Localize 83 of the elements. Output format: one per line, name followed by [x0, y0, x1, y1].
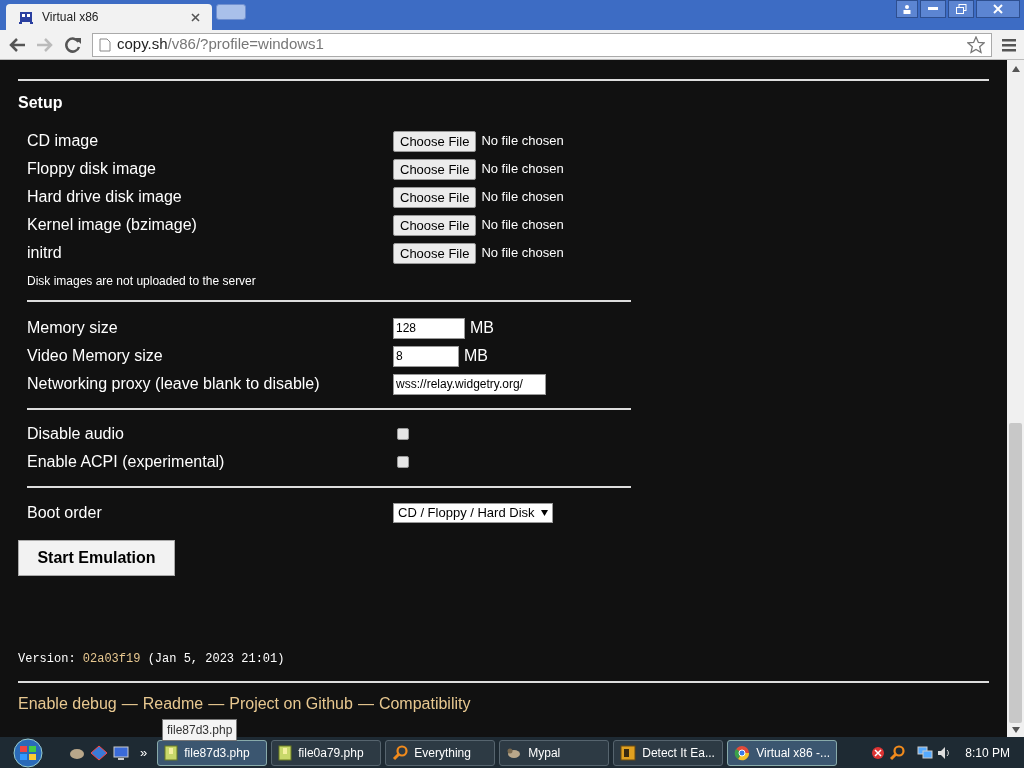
address-bar[interactable]: copy.sh/v86/?profile=windows1 — [92, 32, 992, 57]
checkbox-label: Disable audio — [27, 424, 125, 444]
file-icon — [278, 744, 293, 761]
taskbar-button[interactable]: file87d3.php — [157, 739, 268, 766]
choose-file-button[interactable]: Choose File — [393, 158, 477, 180]
file-status: No file chosen — [481, 244, 564, 263]
tab-title: Virtual x86 — [42, 9, 100, 26]
person-icon — [902, 4, 912, 14]
choose-file-button[interactable]: Choose File — [393, 214, 477, 236]
minimize-icon — [928, 7, 938, 11]
choose-file-button[interactable]: Choose File — [393, 242, 477, 264]
scroll-thumb[interactable] — [1009, 423, 1022, 723]
app-icon — [620, 744, 637, 761]
field-label: initrd — [27, 243, 63, 263]
monitor-icon[interactable] — [112, 744, 130, 761]
input-field[interactable]: 8 — [393, 345, 459, 367]
magnifier-icon — [392, 744, 409, 761]
url-text: copy.sh/v86/?profile=windows1 — [117, 34, 325, 55]
unit-label: MB — [470, 318, 494, 338]
field-label: Hard drive disk image — [27, 187, 183, 207]
file-status: No file chosen — [481, 160, 564, 179]
field-label: Networking proxy (leave blank to disable) — [27, 374, 321, 394]
restore-button[interactable] — [948, 0, 974, 18]
choose-file-button[interactable]: Choose File — [393, 130, 477, 152]
tooltip: file87d3.php — [162, 719, 238, 741]
scroll-up-icon[interactable] — [1011, 66, 1020, 72]
overflow-chevron[interactable]: » — [140, 742, 148, 763]
field-label: Boot order — [27, 503, 103, 523]
close-icon[interactable] — [191, 12, 200, 22]
footer-link[interactable]: Project on Github — [229, 692, 353, 716]
taskbar-button[interactable]: file0a79.php — [271, 739, 382, 766]
scrollbar[interactable] — [1007, 60, 1024, 737]
footer-link[interactable]: Enable debug — [18, 692, 117, 716]
input-field[interactable]: 128 — [393, 317, 465, 339]
link-separator: — — [121, 694, 138, 714]
star-icon[interactable] — [967, 35, 985, 54]
magnifier-icon — [889, 744, 906, 761]
file-status: No file chosen — [481, 216, 564, 235]
upload-note: Disk images are not uploaded to the server — [27, 273, 257, 290]
file-status: No file chosen — [481, 188, 564, 207]
network-icon[interactable] — [917, 745, 934, 760]
caret-icon — [540, 510, 548, 516]
browser-tab[interactable]: Virtual x86 — [6, 4, 212, 30]
checkbox[interactable] — [397, 428, 409, 440]
profile-button[interactable] — [896, 0, 918, 18]
link-separator: — — [357, 694, 374, 714]
minimize-button[interactable] — [920, 0, 946, 18]
section-heading: Setup — [18, 93, 64, 113]
taskbar-button[interactable]: Everything — [385, 739, 496, 766]
field-label: Memory size — [27, 318, 119, 338]
close-window-button[interactable] — [976, 0, 1020, 18]
field-label: Video Memory size — [27, 346, 164, 366]
clock[interactable]: 8:10 PM — [965, 743, 1010, 762]
version-text: Version: 02a03f19 (Jan 5, 2023 21:01) — [18, 651, 286, 668]
browser-icon — [734, 744, 751, 761]
taskbar-button[interactable]: Mypal — [499, 739, 610, 766]
close-icon — [993, 4, 1003, 14]
unit-label: MB — [464, 346, 488, 366]
choose-file-button[interactable]: Choose File — [393, 186, 477, 208]
page-icon — [99, 37, 111, 52]
checkbox-label: Enable ACPI (experimental) — [27, 452, 226, 472]
footer-link[interactable]: Readme — [142, 692, 204, 716]
taskbar-button[interactable]: Virtual x86 -... — [727, 739, 838, 766]
start-button[interactable]: Start Emulation — [18, 540, 175, 576]
link-separator: — — [208, 694, 225, 714]
shield-icon[interactable] — [871, 745, 886, 760]
restore-icon — [955, 4, 967, 14]
file-status: No file chosen — [481, 132, 564, 151]
input-field[interactable]: wss://relay.widgetry.org/ — [393, 373, 546, 395]
checkbox[interactable] — [397, 456, 409, 468]
file-icon — [164, 744, 179, 761]
speaker-icon[interactable] — [937, 745, 952, 760]
reload-icon[interactable] — [64, 35, 82, 54]
footer-link[interactable]: Compatibility — [378, 692, 471, 716]
field-label: Kernel image (bzimage) — [27, 215, 198, 235]
tab-logo-icon — [18, 9, 34, 25]
boot-order-dropdown[interactable]: CD / Floppy / Hard Disk — [393, 503, 553, 523]
back-arrow-icon[interactable] — [8, 36, 26, 53]
field-label: CD image — [27, 131, 100, 151]
menu-icon[interactable] — [1002, 37, 1016, 52]
taskbar-button[interactable]: Detect It Ea... — [613, 739, 724, 766]
field-label: Floppy disk image — [27, 159, 157, 179]
scroll-down-icon[interactable] — [1011, 727, 1020, 733]
